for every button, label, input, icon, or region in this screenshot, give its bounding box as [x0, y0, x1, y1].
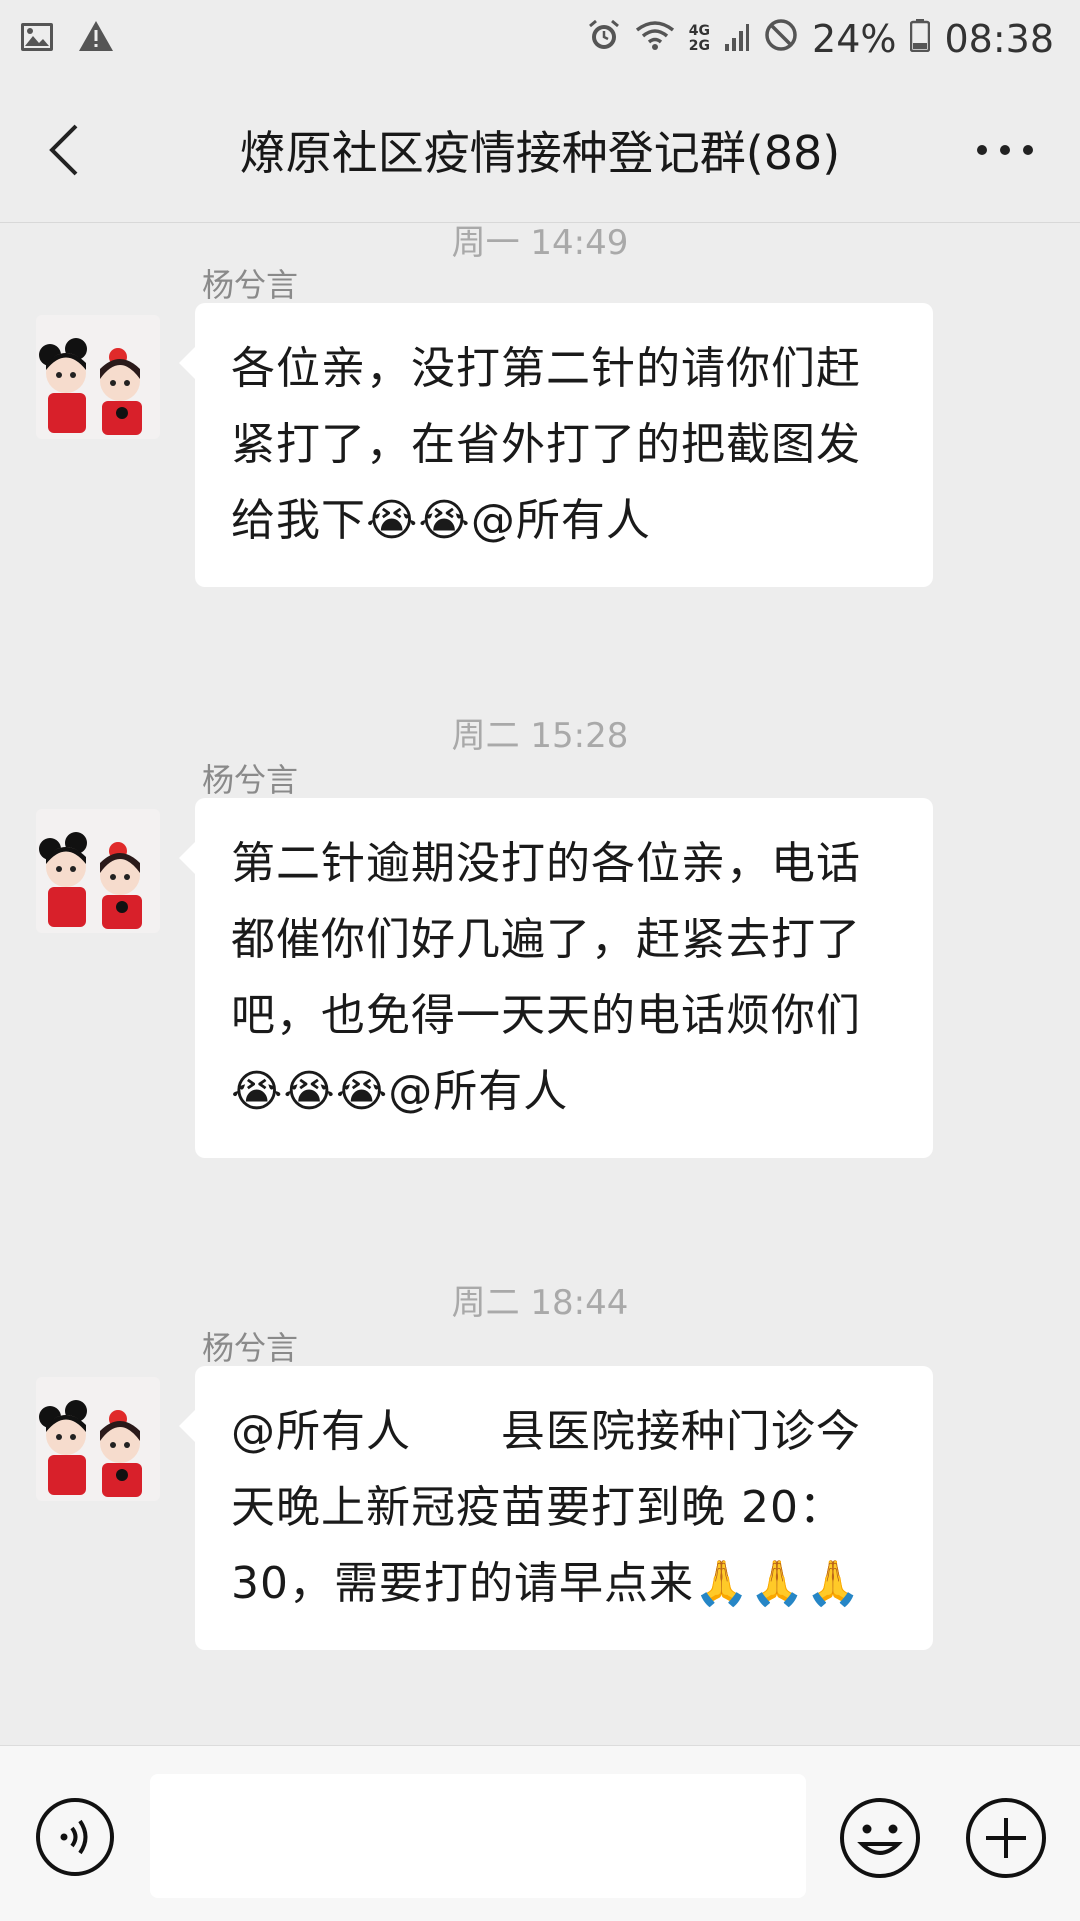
more-dots-icon	[977, 145, 1033, 155]
do-not-disturb-icon	[764, 17, 798, 61]
alarm-icon	[587, 17, 621, 61]
message-input[interactable]	[150, 1774, 806, 1898]
signal-icon	[724, 17, 750, 61]
smiley-icon	[840, 1798, 920, 1878]
avatar[interactable]	[36, 1377, 160, 1501]
message-timestamp: 周二 18:44	[451, 1283, 629, 1323]
avatar-cartoon-icon	[36, 1377, 160, 1501]
clock: 08:38	[944, 17, 1054, 61]
emoji-button[interactable]	[838, 1796, 922, 1880]
message-bubble[interactable]: 第二针逾期没打的各位亲，电话都催你们好几遍了，赶紧去打了吧，也免得一天天的电话烦…	[179, 798, 933, 1158]
avatar-cartoon-icon	[36, 315, 160, 439]
battery-icon	[910, 17, 931, 61]
message-text: 各位亲，没打第二针的请你们赶紧打了，在省外打了的把截图发给我下😭😭@所有人	[231, 343, 861, 546]
network-4g-label: 4G	[688, 23, 711, 39]
chat-title: 燎原社区疫情接种登记群(88)	[239, 126, 841, 180]
network-type: 4G 2G	[689, 24, 710, 54]
avatar[interactable]	[36, 809, 160, 933]
message-bubble[interactable]: @所有人 县医院接种门诊今天晚上新冠疫苗要打到晚 20：30，需要打的请早点来🙏…	[179, 1366, 933, 1650]
plus-icon	[966, 1798, 1046, 1878]
warning-icon	[78, 17, 114, 61]
network-2g-label: 2G	[688, 38, 711, 54]
sender-name: 杨兮言	[202, 761, 299, 799]
battery-percent: 24%	[812, 17, 897, 61]
message-text: @所有人 县医院接种门诊今天晚上新冠疫苗要打到晚 20：30，需要打的请早点来🙏…	[231, 1406, 862, 1609]
sender-name: 杨兮言	[202, 1329, 299, 1367]
message-bubble[interactable]: 各位亲，没打第二针的请你们赶紧打了，在省外打了的把截图发给我下😭😭@所有人	[179, 303, 933, 587]
more-options-button[interactable]	[970, 128, 1040, 172]
chevron-left-icon	[49, 124, 78, 176]
status-bar: 4G 2G 24% 08:38	[0, 0, 1080, 78]
voice-input-button[interactable]	[34, 1796, 116, 1878]
chat-messages[interactable]: 周一 14:49 杨兮言 各位亲，没打第二针的请你们赶紧打了，在省外打了的把截图…	[0, 223, 1080, 1745]
message-text: 第二针逾期没打的各位亲，电话都催你们好几遍了，赶紧去打了吧，也免得一天天的电话烦…	[231, 838, 861, 1117]
avatar-cartoon-icon	[36, 809, 160, 933]
chat-header: 燎原社区疫情接种登记群(88)	[0, 78, 1080, 223]
more-functions-button[interactable]	[964, 1796, 1048, 1880]
image-icon	[20, 17, 54, 61]
voice-icon	[36, 1798, 114, 1876]
wifi-icon	[635, 17, 675, 61]
input-bar	[0, 1745, 1080, 1921]
message-timestamp: 周一 14:49	[451, 223, 629, 263]
back-button[interactable]	[40, 118, 100, 182]
avatar[interactable]	[36, 315, 160, 439]
message-timestamp: 周二 15:28	[451, 716, 629, 756]
sender-name: 杨兮言	[202, 266, 299, 304]
